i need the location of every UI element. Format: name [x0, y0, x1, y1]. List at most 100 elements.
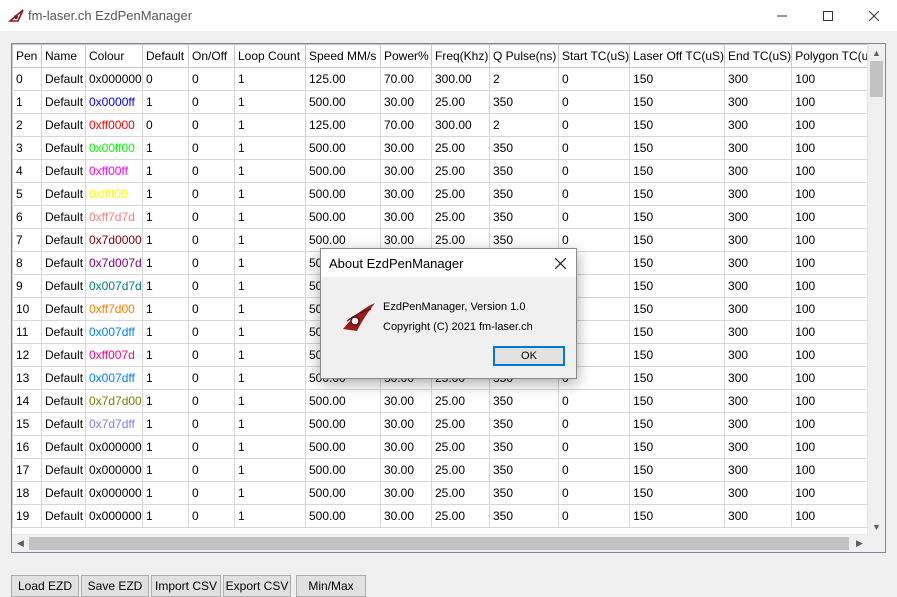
colour-cell[interactable]: 0xff7d00	[85, 297, 143, 321]
end-tc-cell[interactable]: 300	[724, 435, 793, 459]
onoff-cell[interactable]: 0	[188, 251, 235, 275]
default-cell[interactable]: 1	[142, 435, 189, 459]
pen-cell[interactable]: 11	[12, 320, 42, 344]
freq-cell[interactable]: 25.00	[431, 504, 490, 528]
onoff-cell[interactable]: 0	[188, 481, 235, 505]
loop-count-cell[interactable]: 1	[234, 435, 306, 459]
laser-off-tc-cell[interactable]: 150	[629, 458, 726, 482]
col-header-power[interactable]: Power%	[380, 44, 432, 68]
end-tc-cell[interactable]: 300	[724, 389, 793, 413]
freq-cell[interactable]: 25.00	[431, 205, 490, 229]
default-cell[interactable]: 1	[142, 205, 189, 229]
col-header-start-tc[interactable]: Start TC(uS)	[557, 44, 631, 68]
default-cell[interactable]: 1	[142, 274, 189, 298]
speed-cell[interactable]: 500.00	[305, 136, 381, 160]
loop-count-cell[interactable]: 1	[234, 412, 306, 436]
default-cell[interactable]: 1	[142, 228, 189, 252]
loop-count-cell[interactable]: 1	[234, 481, 306, 505]
speed-cell[interactable]: 500.00	[305, 159, 381, 183]
laser-off-tc-cell[interactable]: 150	[629, 67, 726, 91]
loop-count-cell[interactable]: 1	[234, 251, 306, 275]
laser-off-tc-cell[interactable]: 150	[629, 90, 726, 114]
table-row[interactable]: 1 Default 0x0000ff 1 0 1 500.00 30.00 25.00 350 0 1…	[12, 90, 883, 114]
name-cell[interactable]: Default	[41, 113, 86, 137]
q-pulse-cell[interactable]: 350	[489, 159, 559, 183]
pen-cell[interactable]: 7	[12, 228, 42, 252]
speed-cell[interactable]: 500.00	[305, 412, 381, 436]
save-ezd-button[interactable]: Save EZD	[81, 575, 149, 597]
freq-cell[interactable]: 25.00	[431, 412, 490, 436]
end-tc-cell[interactable]: 300	[724, 343, 793, 367]
onoff-cell[interactable]: 0	[188, 228, 235, 252]
q-pulse-cell[interactable]: 2	[489, 113, 559, 137]
start-tc-cell[interactable]: 0	[557, 504, 631, 528]
name-cell[interactable]: Default	[41, 67, 86, 91]
q-pulse-cell[interactable]: 350	[489, 481, 559, 505]
colour-cell[interactable]: 0x007dff	[85, 320, 143, 344]
q-pulse-cell[interactable]: 350	[489, 435, 559, 459]
speed-cell[interactable]: 500.00	[305, 389, 381, 413]
colour-cell[interactable]: 0x0000ff	[85, 90, 143, 114]
freq-cell[interactable]: 25.00	[431, 389, 490, 413]
loop-count-cell[interactable]: 1	[234, 205, 306, 229]
start-tc-cell[interactable]: 0	[557, 159, 631, 183]
onoff-cell[interactable]: 0	[188, 366, 235, 390]
start-tc-cell[interactable]: 0	[557, 136, 631, 160]
laser-off-tc-cell[interactable]: 150	[629, 251, 726, 275]
loop-count-cell[interactable]: 1	[234, 228, 306, 252]
loop-count-cell[interactable]: 1	[234, 297, 306, 321]
q-pulse-cell[interactable]: 350	[489, 458, 559, 482]
onoff-cell[interactable]: 0	[188, 205, 235, 229]
end-tc-cell[interactable]: 300	[724, 412, 793, 436]
table-row[interactable]: 19 Default 0x000000 1 0 1 500.00 30.00 25.00 350 0…	[12, 504, 883, 528]
end-tc-cell[interactable]: 300	[724, 205, 793, 229]
end-tc-cell[interactable]: 300	[724, 458, 793, 482]
loop-count-cell[interactable]: 1	[234, 159, 306, 183]
min-max-button[interactable]: Min/Max	[296, 575, 366, 597]
start-tc-cell[interactable]: 0	[557, 205, 631, 229]
laser-off-tc-cell[interactable]: 150	[629, 136, 726, 160]
colour-cell[interactable]: 0xff00ff	[85, 159, 143, 183]
power-cell[interactable]: 30.00	[380, 205, 432, 229]
end-tc-cell[interactable]: 300	[724, 90, 793, 114]
loop-count-cell[interactable]: 1	[234, 136, 306, 160]
scroll-up-icon[interactable]: ▲	[868, 44, 885, 61]
name-cell[interactable]: Default	[41, 182, 86, 206]
end-tc-cell[interactable]: 300	[724, 274, 793, 298]
pen-cell[interactable]: 4	[12, 159, 42, 183]
power-cell[interactable]: 30.00	[380, 182, 432, 206]
q-pulse-cell[interactable]: 350	[489, 205, 559, 229]
default-cell[interactable]: 1	[142, 90, 189, 114]
loop-count-cell[interactable]: 1	[234, 389, 306, 413]
colour-cell[interactable]: 0x000000	[85, 458, 143, 482]
minimize-button[interactable]	[759, 0, 805, 31]
loop-count-cell[interactable]: 1	[234, 320, 306, 344]
laser-off-tc-cell[interactable]: 150	[629, 113, 726, 137]
q-pulse-cell[interactable]: 350	[489, 136, 559, 160]
colour-cell[interactable]: 0x000000	[85, 504, 143, 528]
power-cell[interactable]: 30.00	[380, 159, 432, 183]
col-header-default[interactable]: Default	[142, 44, 189, 68]
scroll-right-icon[interactable]: ▶	[851, 535, 868, 552]
colour-cell[interactable]: 0xffff00	[85, 182, 143, 206]
freq-cell[interactable]: 25.00	[431, 458, 490, 482]
onoff-cell[interactable]: 0	[188, 182, 235, 206]
default-cell[interactable]: 0	[142, 67, 189, 91]
table-row[interactable]: 18 Default 0x000000 1 0 1 500.00 30.00 25.00 350 0…	[12, 481, 883, 505]
name-cell[interactable]: Default	[41, 412, 86, 436]
freq-cell[interactable]: 25.00	[431, 182, 490, 206]
laser-off-tc-cell[interactable]: 150	[629, 182, 726, 206]
power-cell[interactable]: 30.00	[380, 504, 432, 528]
col-header-laser-off-tc[interactable]: Laser Off TC(uS)	[629, 44, 726, 68]
default-cell[interactable]: 1	[142, 136, 189, 160]
name-cell[interactable]: Default	[41, 481, 86, 505]
name-cell[interactable]: Default	[41, 90, 86, 114]
laser-off-tc-cell[interactable]: 150	[629, 205, 726, 229]
colour-cell[interactable]: 0x000000	[85, 481, 143, 505]
default-cell[interactable]: 1	[142, 159, 189, 183]
maximize-button[interactable]	[805, 0, 851, 31]
q-pulse-cell[interactable]: 350	[489, 504, 559, 528]
laser-off-tc-cell[interactable]: 150	[629, 435, 726, 459]
table-row[interactable]: 14 Default 0x7d7d00 1 0 1 500.00 30.00 25.00 350 0…	[12, 389, 883, 413]
default-cell[interactable]: 1	[142, 297, 189, 321]
